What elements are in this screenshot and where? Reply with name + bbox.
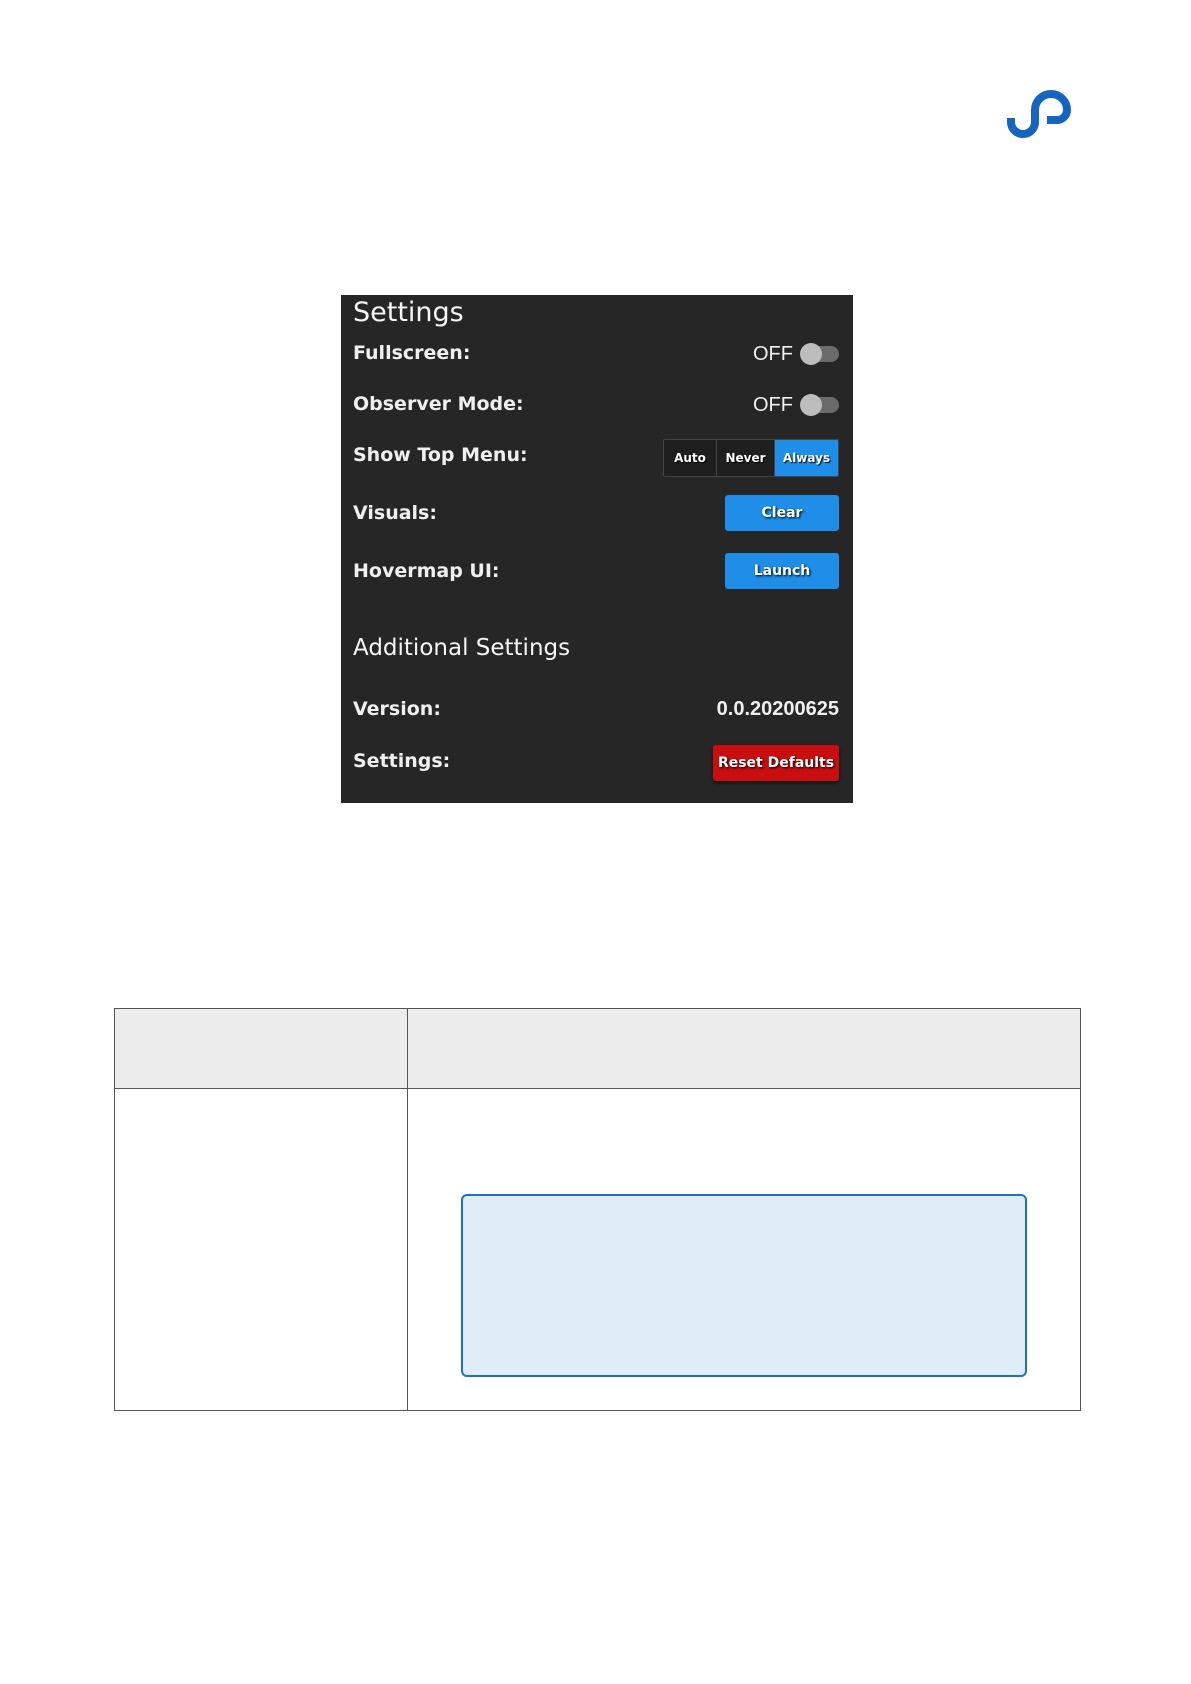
document-table (114, 1008, 1081, 1411)
fullscreen-state: OFF (753, 342, 793, 365)
show-top-menu-segmented: Auto Never Always (663, 439, 839, 477)
reset-settings-label: Settings: (353, 750, 451, 772)
observer-mode-toggle-wrap: OFF (753, 392, 839, 418)
segment-auto[interactable]: Auto (664, 440, 717, 476)
reset-defaults-button[interactable]: Reset Defaults (713, 745, 839, 781)
additional-settings-title: Additional Settings (353, 635, 571, 661)
version-value: 0.0.20200625 (716, 698, 839, 720)
toggle-knob (800, 343, 822, 365)
brand-logo-icon (1005, 88, 1077, 144)
observer-mode-toggle[interactable] (800, 394, 839, 416)
show-top-menu-label: Show Top Menu: (353, 444, 528, 466)
fullscreen-row: Fullscreen: OFF (353, 339, 839, 373)
observer-mode-row: Observer Mode: OFF (353, 390, 839, 424)
show-top-menu-row: Show Top Menu: Auto Never Always (353, 439, 839, 477)
toggle-knob (800, 394, 822, 416)
hovermap-ui-label: Hovermap UI: (353, 560, 500, 582)
segment-always[interactable]: Always (775, 440, 838, 476)
hovermap-ui-row: Hovermap UI: Launch (353, 553, 839, 591)
clear-button[interactable]: Clear (725, 495, 839, 531)
launch-button[interactable]: Launch (725, 553, 839, 589)
observer-mode-state: OFF (753, 393, 793, 416)
note-box (461, 1194, 1027, 1377)
table-column-divider (407, 1009, 408, 1410)
reset-settings-row: Settings: Reset Defaults (353, 745, 839, 781)
visuals-label: Visuals: (353, 502, 437, 524)
fullscreen-label: Fullscreen: (353, 342, 471, 364)
table-header-row (115, 1009, 1080, 1089)
settings-panel: Settings Fullscreen: OFF Observer Mode: … (341, 295, 853, 803)
observer-mode-label: Observer Mode: (353, 393, 524, 415)
visuals-row: Visuals: Clear (353, 495, 839, 533)
settings-title: Settings (353, 297, 464, 328)
version-label: Version: (353, 698, 441, 720)
version-row: Version: 0.0.20200625 (353, 695, 839, 729)
fullscreen-toggle[interactable] (800, 343, 839, 365)
fullscreen-toggle-wrap: OFF (753, 341, 839, 367)
segment-never[interactable]: Never (717, 440, 775, 476)
